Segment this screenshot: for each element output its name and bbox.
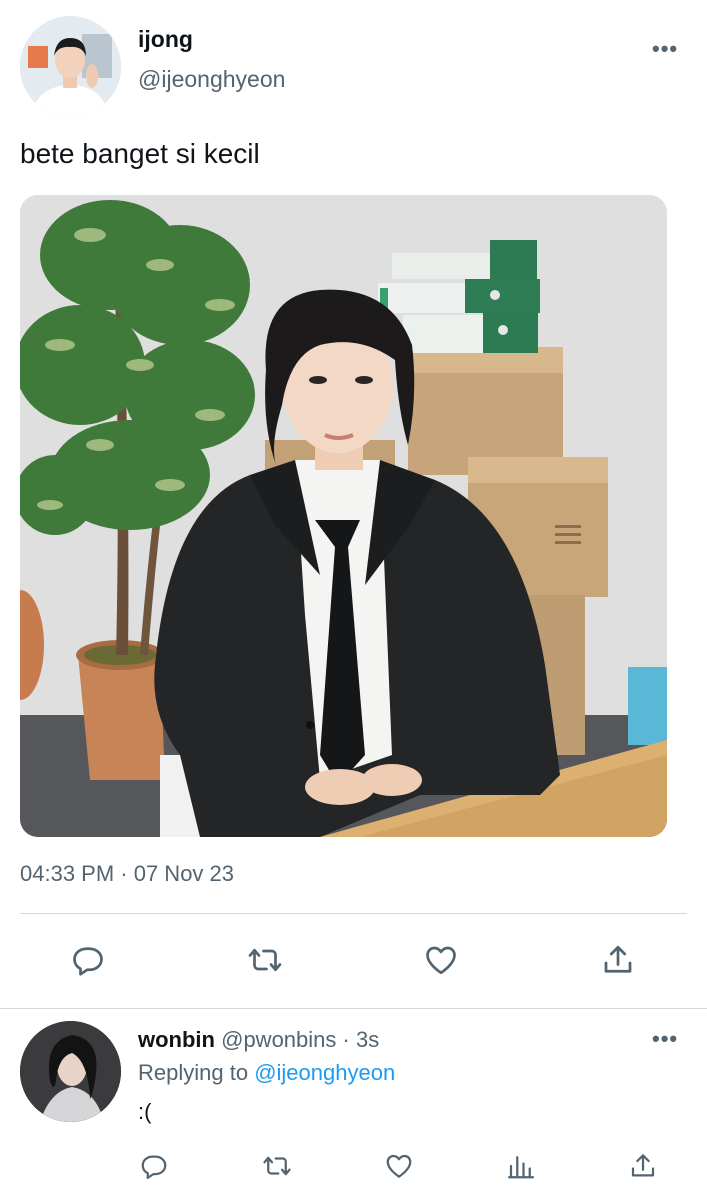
reply-button[interactable] bbox=[68, 940, 108, 980]
tweet-timestamp[interactable]: 04:33 PM · 07 Nov 23 bbox=[20, 861, 234, 887]
like-button[interactable] bbox=[421, 940, 461, 980]
reply-share-button[interactable] bbox=[623, 1146, 663, 1186]
tweet-photo-image bbox=[20, 195, 667, 837]
reply-author-name[interactable]: wonbin bbox=[138, 1027, 215, 1052]
replying-to-prefix: Replying to bbox=[138, 1060, 249, 1085]
retweet-icon bbox=[263, 1156, 291, 1176]
reply-author-avatar-image bbox=[20, 1021, 121, 1122]
reply-reply-button[interactable] bbox=[134, 1146, 174, 1186]
reply-more-options-button[interactable]: ••• bbox=[652, 1026, 678, 1052]
tweet-photo[interactable] bbox=[20, 195, 667, 837]
reply-icon bbox=[141, 1155, 167, 1179]
reply-views-button[interactable] bbox=[501, 1146, 541, 1186]
reply-header: wonbin @pwonbins · 3s bbox=[138, 1027, 379, 1053]
retweet-icon bbox=[248, 948, 282, 972]
author-handle[interactable]: @ijeonghyeon bbox=[138, 66, 285, 93]
retweet-button[interactable] bbox=[245, 940, 285, 980]
author-avatar[interactable] bbox=[20, 16, 121, 117]
author-avatar-image bbox=[20, 16, 121, 117]
replying-to-line: Replying to @ijeonghyeon bbox=[138, 1060, 395, 1086]
reply-text: :( bbox=[138, 1099, 152, 1124]
replying-to-mention-link[interactable]: @ijeonghyeon bbox=[254, 1060, 395, 1085]
author-name[interactable]: ijong bbox=[138, 26, 193, 53]
reply-separator: · bbox=[342, 1027, 350, 1052]
reply-retweet-button[interactable] bbox=[257, 1146, 297, 1186]
views-icon bbox=[508, 1156, 534, 1179]
reply-author-handle[interactable]: @pwonbins bbox=[221, 1027, 336, 1052]
share-button[interactable] bbox=[598, 940, 638, 980]
section-divider bbox=[0, 1008, 707, 1009]
share-icon bbox=[631, 1154, 655, 1177]
like-icon bbox=[426, 946, 456, 975]
tweet-text: bete banget si kecil bbox=[20, 138, 260, 169]
like-icon bbox=[386, 1154, 412, 1178]
reply-author-avatar[interactable] bbox=[20, 1021, 121, 1122]
reply-like-button[interactable] bbox=[379, 1146, 419, 1186]
more-options-button[interactable]: ••• bbox=[652, 36, 678, 62]
divider bbox=[20, 913, 687, 914]
reply-icon bbox=[73, 947, 103, 976]
share-icon bbox=[604, 945, 632, 973]
reply-time[interactable]: 3s bbox=[356, 1027, 379, 1052]
